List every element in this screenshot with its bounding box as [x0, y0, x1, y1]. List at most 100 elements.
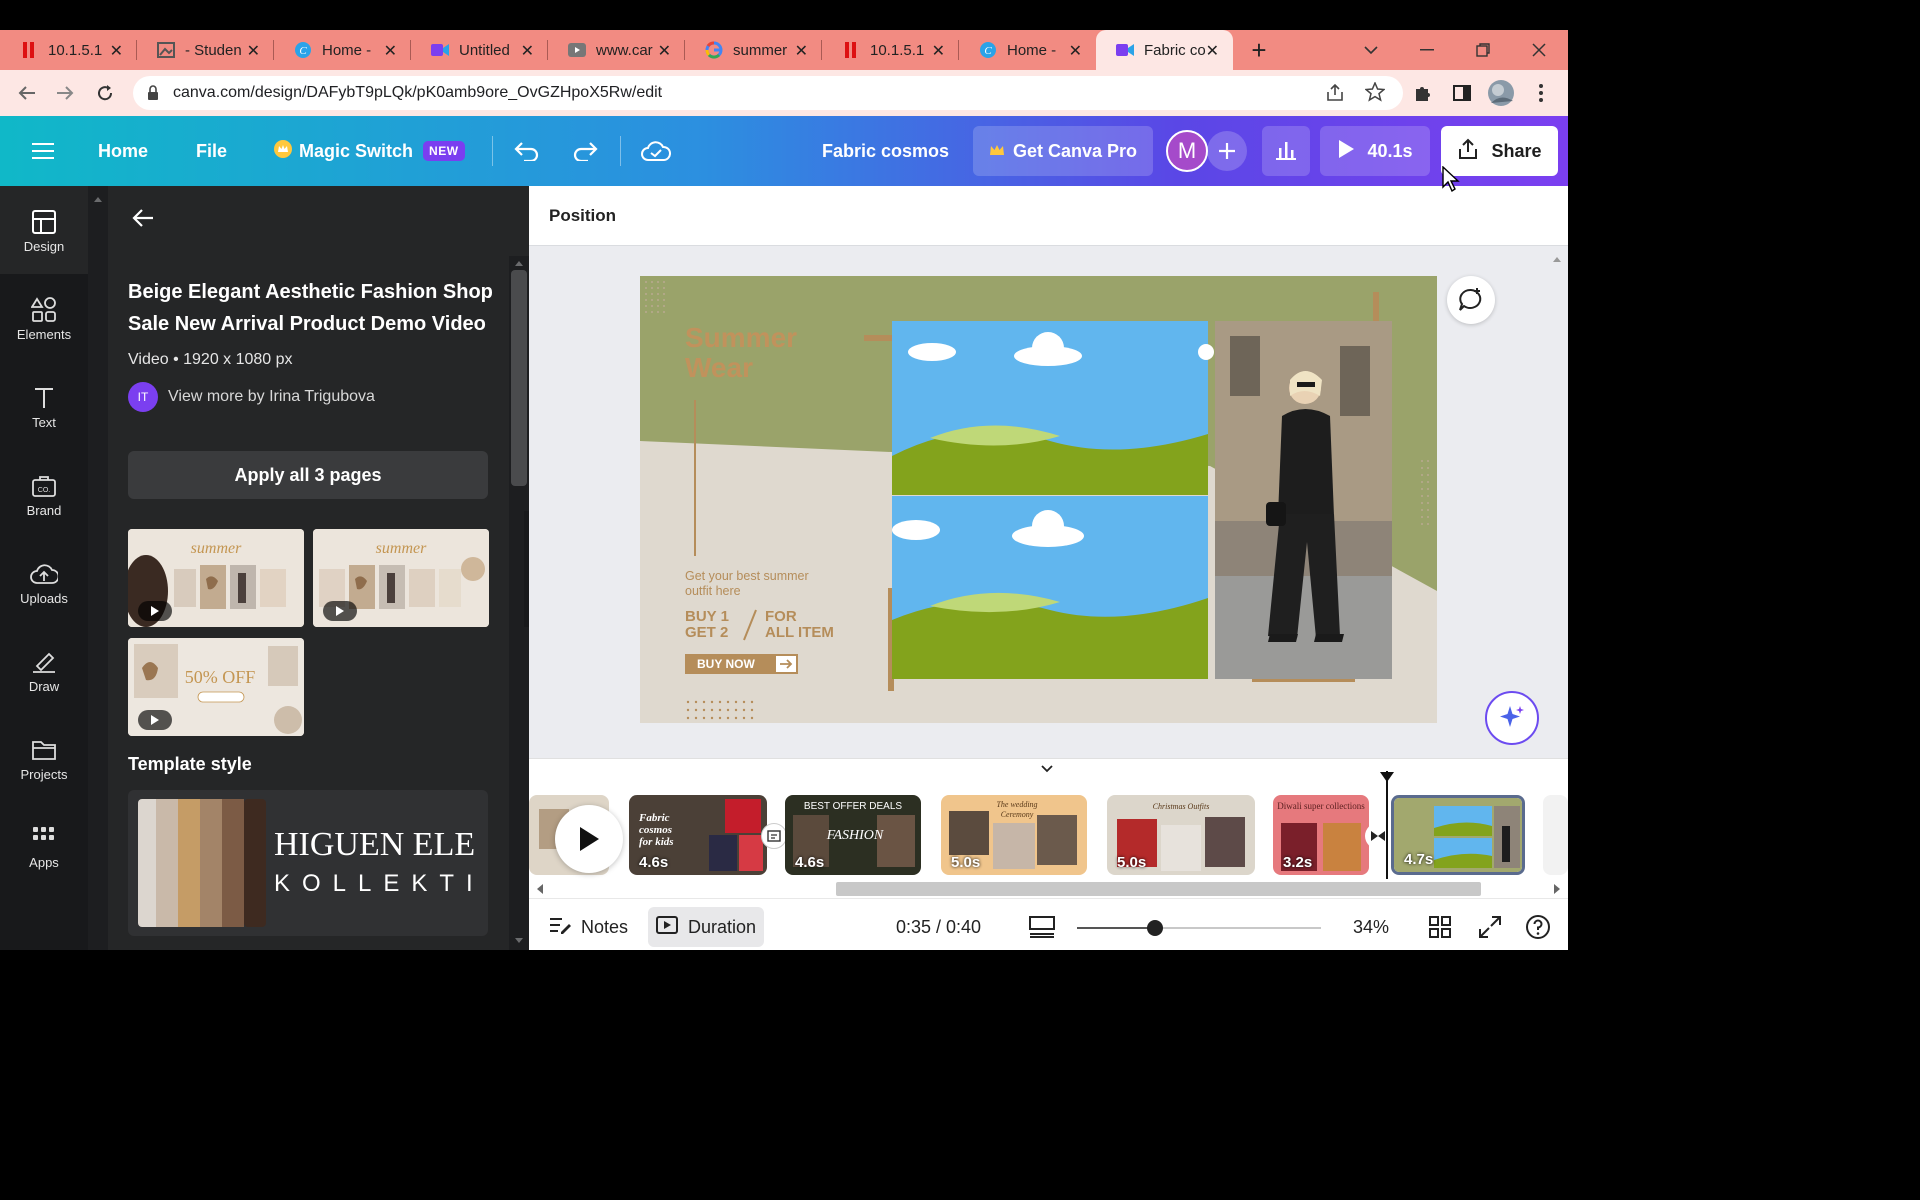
present-play-button[interactable]: 40.1s [1320, 126, 1430, 176]
undo-icon[interactable] [514, 116, 540, 186]
design-all-item[interactable]: ALL ITEM [765, 624, 834, 641]
restore-button[interactable] [1455, 30, 1511, 70]
rail-item-projects[interactable]: Projects [0, 714, 88, 802]
tab-search-chevron-icon[interactable] [1343, 30, 1399, 70]
tab-close-icon[interactable]: ✕ [658, 41, 671, 61]
tab-close-icon[interactable]: ✕ [1206, 41, 1219, 61]
playhead[interactable] [1386, 771, 1388, 879]
cloud-saved-icon[interactable] [641, 116, 671, 186]
grid-view-icon[interactable] [1429, 899, 1451, 955]
position-button[interactable]: Position [549, 206, 616, 226]
design-buy-now-button[interactable]: BUY NOW [697, 657, 755, 671]
browser-tab[interactable]: C Home - ✕ [274, 30, 411, 70]
design-get2[interactable]: GET 2 [685, 624, 728, 641]
canvas-scrollbar[interactable] [1547, 252, 1567, 752]
tab-close-icon[interactable]: ✕ [247, 41, 260, 61]
rail-item-brand[interactable]: CO. Brand [0, 450, 88, 538]
add-page-slot[interactable] [1543, 795, 1568, 875]
browser-menu-icon[interactable] [1526, 78, 1556, 108]
share-page-icon[interactable] [1325, 83, 1345, 108]
design-tagline-line2[interactable]: outfit here [685, 584, 741, 598]
rail-scrollbar[interactable] [88, 186, 108, 950]
timeline-clip[interactable]: Christmas Outfits 5.0s [1107, 795, 1255, 875]
design-title-line1[interactable]: Summer [685, 322, 797, 353]
insights-button[interactable] [1262, 126, 1310, 176]
user-avatar[interactable]: M [1166, 130, 1208, 172]
rail-item-draw[interactable]: Draw [0, 626, 88, 714]
get-canva-pro-button[interactable]: Get Canva Pro [973, 126, 1153, 176]
tab-close-icon[interactable]: ✕ [384, 41, 397, 61]
timeline-scroll-thumb[interactable] [836, 882, 1481, 896]
design-buy1[interactable]: BUY 1 [685, 608, 729, 625]
close-window-button[interactable] [1511, 30, 1567, 70]
tab-close-icon[interactable]: ✕ [1069, 41, 1082, 61]
scrollbar-thumb[interactable] [511, 270, 527, 486]
design-page[interactable]: Summer Wear Get your best summer outfit … [640, 276, 1437, 723]
template-page-thumbnail[interactable]: 50% OFF [128, 638, 304, 736]
rail-item-apps[interactable]: Apps [0, 802, 88, 890]
timeline-play-button[interactable] [555, 805, 623, 873]
new-tab-button[interactable]: + [1239, 30, 1279, 70]
notes-button[interactable]: Notes [549, 899, 628, 955]
zoom-slider-knob[interactable] [1147, 920, 1164, 936]
tab-close-icon[interactable]: ✕ [110, 41, 123, 61]
browser-tab[interactable]: C Home - ✕ [959, 30, 1096, 70]
page-view-toggle-icon[interactable] [1029, 899, 1055, 955]
back-arrow-icon[interactable] [132, 208, 154, 233]
url-input[interactable]: canva.com/design/DAFybT9pLQk/pK0amb9ore_… [133, 76, 1403, 110]
browser-tab[interactable]: Untitled ✕ [411, 30, 548, 70]
template-page-thumbnail[interactable]: summer [128, 529, 304, 627]
apply-all-pages-button[interactable]: Apply all 3 pages [128, 451, 488, 499]
timeline-clip[interactable]: Fabric cosmos for kids 4.6s [629, 795, 767, 875]
tab-close-icon[interactable]: ✕ [521, 41, 534, 61]
design-title[interactable]: Fabric cosmos [822, 116, 949, 186]
timeline-hscroll[interactable] [529, 879, 1568, 899]
rail-item-design[interactable]: Design [0, 186, 88, 274]
duration-button[interactable]: Duration [648, 907, 765, 947]
tab-close-icon[interactable]: ✕ [795, 41, 808, 61]
bookmark-star-icon[interactable] [1364, 81, 1386, 107]
rail-item-uploads[interactable]: Uploads [0, 538, 88, 626]
browser-tab[interactable]: 10.1.5.1 ✕ [822, 30, 959, 70]
design-for[interactable]: FOR [765, 608, 797, 625]
transition-button[interactable] [761, 823, 787, 849]
tab-close-icon[interactable]: ✕ [932, 41, 945, 61]
file-menu[interactable]: File [196, 116, 227, 186]
forward-arrow-icon[interactable] [50, 78, 80, 108]
timeline-clip[interactable]: Diwali super collections 3.2s [1273, 795, 1369, 875]
browser-tab[interactable]: summer ✕ [685, 30, 822, 70]
add-comment-button[interactable] [1447, 276, 1495, 324]
zoom-level[interactable]: 34% [1353, 899, 1389, 955]
magic-switch-button[interactable]: Magic Switch NEW [273, 116, 465, 186]
extensions-puzzle-icon[interactable] [1408, 78, 1438, 108]
design-title-line2[interactable]: Wear [685, 352, 753, 383]
redo-icon[interactable] [572, 116, 598, 186]
reload-icon[interactable] [90, 78, 120, 108]
fullscreen-icon[interactable] [1479, 899, 1501, 955]
rail-item-elements[interactable]: Elements [0, 274, 88, 362]
rail-label: Draw [28, 678, 60, 694]
author-link[interactable]: IT View more by Irina Trigubova [128, 382, 375, 412]
profile-avatar[interactable] [1486, 78, 1516, 108]
back-arrow-icon[interactable] [12, 78, 42, 108]
minimize-button[interactable] [1399, 30, 1455, 70]
help-icon[interactable] [1525, 899, 1551, 955]
side-panel-icon[interactable] [1447, 78, 1477, 108]
timeline-clip[interactable]: BEST OFFER DEALS FASHION 4.6s [785, 795, 921, 875]
template-page-thumbnail[interactable]: summer [313, 529, 489, 627]
collapse-timeline-button[interactable] [1005, 759, 1089, 779]
browser-tab-active[interactable]: Fabric co ✕ [1096, 30, 1233, 70]
browser-tab[interactable]: www.car ✕ [548, 30, 685, 70]
timeline-clip[interactable]: The wedding Ceremony 5.0s [941, 795, 1087, 875]
template-style-card[interactable]: HIGUEN ELE KOLLEKTI [128, 790, 488, 936]
add-collaborator-button[interactable] [1203, 126, 1251, 176]
home-link[interactable]: Home [98, 116, 148, 186]
design-tagline-line1[interactable]: Get your best summer [685, 569, 809, 583]
browser-tab[interactable]: - Studen ✕ [137, 30, 274, 70]
timeline-clip-selected[interactable]: 4.7s [1391, 795, 1525, 875]
magic-assistant-button[interactable] [1485, 691, 1539, 745]
browser-tab[interactable]: 10.1.5.1 ✕ [0, 30, 137, 70]
hamburger-menu-icon[interactable] [32, 116, 54, 186]
playhead-marker-icon[interactable] [1379, 771, 1395, 783]
rail-item-text[interactable]: Text [0, 362, 88, 450]
